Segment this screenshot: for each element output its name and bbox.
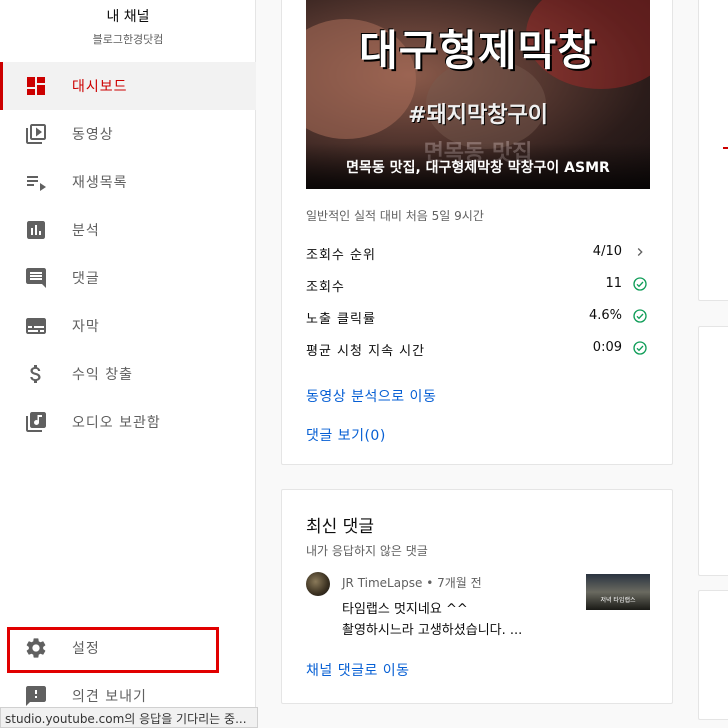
sidebar-item-analytics[interactable]: 분석 [0, 206, 256, 254]
sidebar-item-label: 분석 [72, 223, 100, 239]
check-circle-icon [633, 341, 647, 355]
thumbnail-title-text: 대구형제막창 [359, 26, 597, 75]
check-circle-icon [633, 309, 647, 323]
metric-row-views: 조회수 11 [306, 273, 650, 297]
metric-value: 11 [605, 276, 622, 291]
comment-thumbnail-text: 저녁 타임랩스 [600, 597, 636, 604]
performance-note: 일반적인 실적 대비 처음 5일 9시간 [306, 209, 484, 223]
metric-label: 평균 시청 지속 시간 [306, 344, 426, 359]
metric-value: 4/10 [592, 244, 622, 259]
comment-text-line: 촬영하시느라 고생하셨습니다. ... [342, 623, 523, 638]
accent-line [723, 147, 728, 149]
comments-card-title: 최신 댓글 [306, 517, 374, 537]
comment-time: 7개월 전 [437, 576, 482, 590]
metric-row-view-rank[interactable]: 조회수 순위 4/10 [306, 241, 650, 265]
sidebar-item-playlists[interactable]: 재생목록 [0, 158, 256, 206]
metric-row-avg-view-duration: 평균 시청 지속 시간 0:09 [306, 337, 650, 361]
sidebar-item-label: 자막 [72, 319, 100, 335]
settings-highlight-box [7, 627, 219, 673]
comment-text-line: 타임랩스 멋지네요 ^^ [342, 602, 468, 617]
channel-name: 블로그한경닷컴 [92, 33, 164, 46]
right-card-partial [698, 590, 728, 720]
dollar-icon [30, 365, 41, 383]
thumbnail-hashtag-text: #돼지막창구이 [408, 103, 548, 128]
sidebar-item-label: 의견 보내기 [72, 689, 147, 705]
sidebar-item-label: 동영상 [72, 127, 114, 143]
metric-label: 조회수 순위 [306, 248, 376, 263]
comment-meta: JR TimeLapse • 7개월 전 [342, 574, 482, 591]
chevron-right-icon [637, 248, 643, 256]
metric-label: 조회수 [306, 280, 345, 295]
video-title: 면목동 맛집, 대구형제막창 막창구이 ASMR [346, 160, 610, 176]
sidebar-item-label: 오디오 보관함 [72, 415, 161, 431]
thumbnail-caption: 면목동 맛집, 대구형제막창 막창구이 ASMR [306, 143, 650, 189]
sidebar-item-audio-library[interactable]: 오디오 보관함 [0, 398, 256, 446]
channel-comments-link[interactable]: 채널 댓글로 이동 [306, 660, 410, 680]
check-circle-icon [633, 277, 647, 291]
right-card-partial [698, 0, 728, 301]
playlist-icon [27, 176, 46, 191]
comment-icon [26, 268, 46, 288]
metric-label: 노출 클릭률 [306, 312, 376, 327]
sidebar: 내 채널 블로그한경닷컴 대시보드 동영상 재생목록 분석 댓글 자막 수익 창… [0, 0, 256, 728]
latest-video-card: 대구형제막창 #돼지막창구이 면목동 맛집 면목동 맛집, 대구형제막창 막창구… [281, 0, 673, 465]
comments-card-subtitle: 내가 응답하지 않은 댓글 [306, 544, 428, 558]
avatar[interactable] [306, 572, 330, 596]
meta-separator: • [426, 576, 438, 590]
metric-value: 4.6% [588, 308, 622, 323]
analytics-icon [27, 221, 45, 239]
right-card-partial [698, 326, 728, 576]
dashboard-icon [27, 77, 45, 95]
sidebar-item-label: 재생목록 [72, 175, 128, 191]
video-library-icon [26, 124, 46, 144]
comment-video-thumbnail[interactable]: 저녁 타임랩스 [586, 574, 650, 610]
subtitles-icon [26, 318, 46, 334]
sidebar-item-subtitles[interactable]: 자막 [0, 302, 256, 350]
sidebar-item-label: 댓글 [72, 271, 100, 287]
latest-comments-card: 최신 댓글 내가 응답하지 않은 댓글 JR TimeLapse • 7개월 전… [281, 489, 673, 704]
video-analytics-link[interactable]: 동영상 분석으로 이동 [306, 386, 436, 406]
channel-title: 내 채널 [106, 9, 150, 25]
video-thumbnail[interactable]: 대구형제막창 #돼지막창구이 면목동 맛집 면목동 맛집, 대구형제막창 막창구… [306, 0, 650, 189]
sidebar-item-comments[interactable]: 댓글 [0, 254, 256, 302]
feedback-icon [26, 686, 46, 706]
metric-value: 0:09 [592, 340, 622, 355]
view-comments-link[interactable]: 댓글 보기(0) [306, 425, 386, 445]
sidebar-item-dashboard[interactable]: 대시보드 [0, 62, 256, 110]
browser-status-bar: studio.youtube.com의 응답을 기다리는 중... [0, 707, 258, 728]
sidebar-item-videos[interactable]: 동영상 [0, 110, 256, 158]
metric-row-ctr: 노출 클릭률 4.6% [306, 305, 650, 329]
audio-library-icon [26, 412, 46, 432]
sidebar-item-monetization[interactable]: 수익 창출 [0, 350, 256, 398]
sidebar-nav: 대시보드 동영상 재생목록 분석 댓글 자막 수익 창출 오디오 보관함 [0, 62, 256, 446]
sidebar-item-label: 수익 창출 [72, 367, 133, 383]
sidebar-item-label: 대시보드 [72, 79, 128, 95]
comment-author: JR TimeLapse [342, 576, 423, 590]
